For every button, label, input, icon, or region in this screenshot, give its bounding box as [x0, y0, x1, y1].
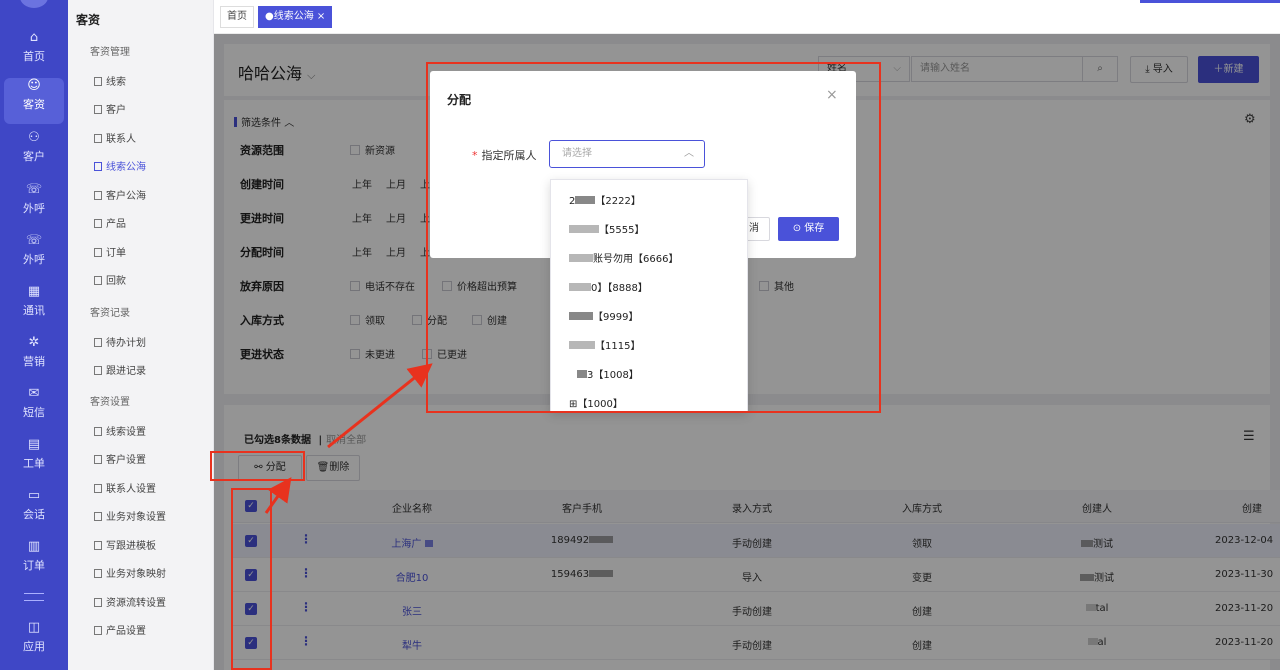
arrow-to-dialog — [327, 363, 433, 449]
arrow-to-assign — [264, 477, 292, 514]
annotation-arrows — [264, 363, 433, 514]
